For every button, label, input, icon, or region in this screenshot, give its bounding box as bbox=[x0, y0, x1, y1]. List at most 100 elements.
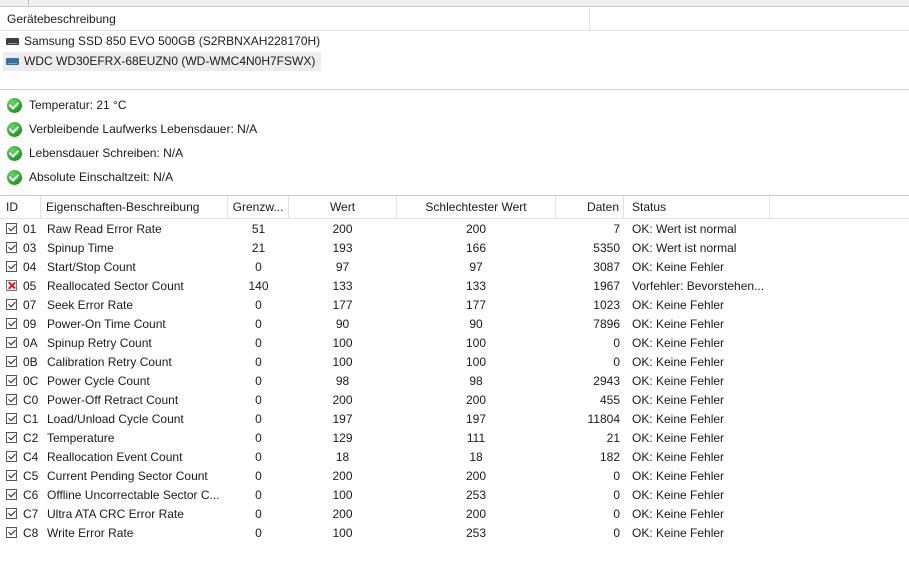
row-status-cell bbox=[6, 391, 19, 410]
attribute-worst: 133 bbox=[465, 279, 487, 293]
table-row[interactable]: 04 Start/Stop Count 0 97 97 3087 OK: Keine Feh… bbox=[0, 258, 909, 277]
ok-check-icon bbox=[6, 508, 17, 519]
attribute-worst: 18 bbox=[469, 450, 483, 464]
attribute-raw-data: 2943 bbox=[593, 374, 620, 388]
drive-icon bbox=[6, 38, 19, 45]
attribute-description: Load/Unload Cycle Count bbox=[47, 412, 184, 426]
attribute-description: Ultra ATA CRC Error Rate bbox=[47, 507, 184, 521]
row-status-cell bbox=[6, 524, 19, 543]
column-header-worst[interactable]: Schlechtester Wert bbox=[397, 196, 556, 218]
table-row[interactable]: C4 Reallocation Event Count 0 18 18 182 OK: Ke… bbox=[0, 448, 909, 467]
attribute-threshold: 0 bbox=[255, 526, 262, 540]
attribute-id: C4 bbox=[23, 450, 39, 464]
attribute-description: Spinup Retry Count bbox=[47, 336, 152, 350]
ok-check-icon bbox=[6, 318, 17, 329]
table-row[interactable]: C8 Write Error Rate 0 100 253 0 OK: Keine Fehl… bbox=[0, 524, 909, 543]
attribute-id: C5 bbox=[23, 469, 39, 483]
table-row[interactable]: 05 Reallocated Sector Count 140 133 133 1967 V… bbox=[0, 277, 909, 296]
attribute-worst: 177 bbox=[465, 298, 487, 312]
row-status-cell bbox=[6, 372, 19, 391]
attribute-threshold: 0 bbox=[255, 469, 262, 483]
column-separator[interactable] bbox=[589, 8, 590, 30]
attribute-description: Seek Error Rate bbox=[47, 298, 134, 312]
attribute-value: 193 bbox=[332, 241, 353, 255]
health-item-power-on-time: Absolute Einschaltzeit: N/A bbox=[7, 167, 173, 187]
device-label: Samsung SSD 850 EVO 500GB (S2RBNXAH22817… bbox=[24, 34, 321, 48]
attribute-description: Power-On Time Count bbox=[47, 317, 166, 331]
attribute-worst: 100 bbox=[465, 355, 487, 369]
attribute-worst: 200 bbox=[465, 222, 487, 236]
attribute-status: OK: Keine Fehler bbox=[632, 431, 725, 445]
row-status-cell bbox=[6, 296, 19, 315]
attribute-value: 200 bbox=[332, 469, 353, 483]
device-item-samsung[interactable]: Samsung SSD 850 EVO 500GB (S2RBNXAH22817… bbox=[3, 32, 326, 51]
column-header-data[interactable]: Daten bbox=[556, 196, 624, 218]
table-row[interactable]: 09 Power-On Time Count 0 90 90 7896 OK: Keine … bbox=[0, 315, 909, 334]
ok-check-icon bbox=[7, 97, 22, 113]
devices-column-header[interactable]: Gerätebeschreibung bbox=[0, 8, 909, 31]
table-row[interactable]: C7 Ultra ATA CRC Error Rate 0 200 200 0 OK: Ke… bbox=[0, 505, 909, 524]
ok-check-icon bbox=[6, 242, 17, 253]
table-row[interactable]: 03 Spinup Time 21 193 166 5350 OK: Wert ist no… bbox=[0, 239, 909, 258]
table-row[interactable]: C6 Offline Uncorrectable Sector C... 0 100 2… bbox=[0, 486, 909, 505]
attribute-threshold: 0 bbox=[255, 336, 262, 350]
ok-check-icon bbox=[6, 375, 17, 386]
table-row[interactable]: 07 Seek Error Rate 0 177 177 1023 OK: Keine Fe… bbox=[0, 296, 909, 315]
attribute-description: Write Error Rate bbox=[47, 526, 134, 540]
table-row[interactable]: C5 Current Pending Sector Count 0 200 200 0 OK… bbox=[0, 467, 909, 486]
row-status-cell bbox=[6, 505, 19, 524]
column-header-value[interactable]: Wert bbox=[289, 196, 397, 218]
attribute-id: C8 bbox=[23, 526, 39, 540]
attribute-description: Start/Stop Count bbox=[47, 260, 136, 274]
column-header-description[interactable]: Eigenschaften-Beschreibung bbox=[46, 196, 228, 218]
attribute-threshold: 0 bbox=[255, 488, 262, 502]
attribute-id: 03 bbox=[23, 241, 37, 255]
table-row[interactable]: 0B Calibration Retry Count 0 100 100 0 OK: Kei… bbox=[0, 353, 909, 372]
table-row[interactable]: 01 Raw Read Error Rate 51 200 200 7 OK: Wert i… bbox=[0, 220, 909, 239]
attribute-threshold: 0 bbox=[255, 317, 262, 331]
health-label: Temperatur: 21 °C bbox=[29, 98, 127, 112]
pane-divider[interactable] bbox=[0, 89, 909, 90]
attribute-worst: 100 bbox=[465, 336, 487, 350]
attribute-threshold: 21 bbox=[251, 241, 266, 255]
attribute-worst: 98 bbox=[469, 374, 483, 388]
attribute-value: 98 bbox=[335, 374, 350, 388]
attribute-value: 100 bbox=[332, 488, 353, 502]
attribute-threshold: 0 bbox=[255, 431, 262, 445]
attribute-threshold: 0 bbox=[255, 260, 262, 274]
row-status-cell bbox=[6, 220, 19, 239]
column-header-threshold[interactable]: Grenzw... bbox=[228, 196, 289, 218]
table-row[interactable]: 0A Spinup Retry Count 0 100 100 0 OK: Keine Fe… bbox=[0, 334, 909, 353]
device-item-wdc[interactable]: WDC WD30EFRX-68EUZN0 (WD-WMC4N0H7FSWX) bbox=[3, 52, 322, 71]
health-item-write-life: Lebensdauer Schreiben: N/A bbox=[7, 143, 183, 163]
column-header-id[interactable]: ID bbox=[6, 196, 41, 218]
attribute-description: Raw Read Error Rate bbox=[47, 222, 162, 236]
attribute-worst: 200 bbox=[465, 507, 487, 521]
table-row[interactable]: C1 Load/Unload Cycle Count 0 197 197 11804 OK:… bbox=[0, 410, 909, 429]
attribute-status: OK: Keine Fehler bbox=[632, 412, 725, 426]
attribute-description: Reallocated Sector Count bbox=[47, 279, 184, 293]
attribute-value: 129 bbox=[332, 431, 353, 445]
attribute-worst: 200 bbox=[465, 393, 487, 407]
devices-header-label: Gerätebeschreibung bbox=[7, 12, 116, 26]
ok-check-icon bbox=[6, 337, 17, 348]
row-status-cell bbox=[6, 277, 19, 296]
attribute-raw-data: 3087 bbox=[593, 260, 620, 274]
attribute-description: Reallocation Event Count bbox=[47, 450, 183, 464]
top-toolbar-strip bbox=[0, 0, 909, 7]
attribute-worst: 97 bbox=[469, 260, 483, 274]
table-row[interactable]: 0C Power Cycle Count 0 98 98 2943 OK: Keine Fe… bbox=[0, 372, 909, 391]
column-header-status[interactable]: Status bbox=[632, 196, 770, 218]
row-status-cell bbox=[6, 448, 19, 467]
health-label: Verbleibende Laufwerks Lebensdauer: N/A bbox=[29, 122, 258, 136]
ok-check-icon bbox=[6, 451, 17, 462]
attribute-status: OK: Wert ist normal bbox=[632, 222, 737, 236]
attribute-threshold: 0 bbox=[255, 374, 262, 388]
attribute-description: Current Pending Sector Count bbox=[47, 469, 208, 483]
attribute-value: 100 bbox=[332, 526, 353, 540]
ok-check-icon bbox=[6, 261, 17, 272]
attribute-raw-data: 21 bbox=[606, 431, 620, 445]
table-row[interactable]: C0 Power-Off Retract Count 0 200 200 455 OK: K… bbox=[0, 391, 909, 410]
table-row[interactable]: C2 Temperature 0 129 111 21 OK: Keine Fehler bbox=[0, 429, 909, 448]
attribute-description: Power Cycle Count bbox=[47, 374, 150, 388]
